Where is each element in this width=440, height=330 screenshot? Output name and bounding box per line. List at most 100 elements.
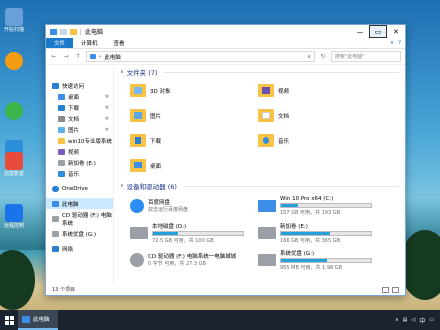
ribbon-tabs: 文件 计算机 查看 ∨ ? (46, 38, 405, 49)
drive-f-cd[interactable]: CD 驱动器 (F:) 电脑系统一电脑城城 0 字节 可用，共 27.3 GB (130, 246, 258, 273)
taskbar-explorer[interactable]: 此电脑 (18, 310, 58, 330)
help-icon[interactable]: ? (398, 40, 401, 46)
minimize-button[interactable]: — (351, 25, 369, 38)
divider (164, 71, 399, 73)
tab-computer[interactable]: 计算机 (73, 38, 106, 48)
desktop-icon (58, 93, 65, 100)
pin-icon: ✲ (104, 126, 109, 133)
nav-item-videos[interactable]: 视频 (46, 146, 113, 157)
volume-icon[interactable]: ◁ (411, 317, 415, 323)
drive-free-space: 157 GB 可用，共 193 GB (280, 209, 341, 216)
ime-indicator[interactable]: 中 (419, 316, 425, 325)
tab-view[interactable]: 查看 (106, 38, 133, 48)
desktop-icon[interactable]: 远程控制 (0, 204, 28, 229)
nav-usb-drive[interactable]: 系统优盘 (G:) (46, 228, 113, 239)
refresh-button[interactable]: ↻ (319, 53, 327, 60)
drive-grid: 百度网盘 双击运行百度网盘 Win 10 Pro x64 (C:) 157 GB… (120, 192, 405, 273)
address-bar[interactable]: › 此电脑 ∨ (86, 51, 315, 62)
drive-subtitle: 双击运行百度网盘 (148, 207, 189, 213)
up-button[interactable]: ↑ (74, 53, 82, 60)
drive-usage-bar (280, 202, 372, 208)
nav-label: 文档 (68, 116, 80, 123)
forward-button[interactable]: → (62, 53, 70, 60)
nav-label: 新加卷 (E:) (68, 160, 96, 167)
view-toggles (382, 286, 399, 293)
nav-label: win10专业版系统 (68, 138, 113, 145)
title-bar[interactable]: 此电脑 — ▭ ✕ (46, 25, 405, 38)
nav-cd-drive[interactable]: CD 驱动器 (F:) 电脑系统 (46, 213, 113, 227)
nav-label: 桌面 (68, 94, 80, 101)
cloud-icon (52, 185, 59, 192)
nav-item-desktop[interactable]: 桌面 ✲ (46, 91, 113, 102)
drive-d[interactable]: 本地磁盘 (D:) 72.5 GB 可用，共 100 GB (130, 219, 258, 246)
notification-icon[interactable]: ▭ (429, 317, 434, 323)
drive-e[interactable]: 新加卷 (E:) 166 GB 可用，共 365 GB (258, 219, 386, 246)
nav-onedrive[interactable]: OneDrive (46, 183, 113, 194)
content-pane: ∨ 文件夹 (7) 3D 对象 视频 图片 文档 下载 音乐 桌面 ∨ 设备和驱… (114, 66, 405, 284)
desktop-icon[interactable]: 开始扫描 (0, 8, 28, 33)
nav-this-pc[interactable]: 此电脑 (46, 198, 113, 209)
cd-drive-icon (52, 215, 59, 222)
nav-network[interactable]: 网络 (46, 243, 113, 254)
nav-item-drive-e[interactable]: 新加卷 (E:) (46, 157, 113, 168)
nav-item-downloads[interactable]: 下载 ✲ (46, 102, 113, 113)
drive-g-usb[interactable]: 系统优盘 (G:) 965 MB 可用，共 1.98 GB (258, 246, 386, 273)
documents-folder-icon (258, 109, 274, 122)
folder-label: 视频 (278, 88, 290, 95)
tab-file[interactable]: 文件 (46, 38, 74, 48)
folders-section-header[interactable]: ∨ 文件夹 (7) (120, 66, 405, 78)
nav-label: 快速访问 (62, 83, 85, 90)
address-dropdown-icon[interactable]: ∨ (307, 54, 311, 60)
file-explorer-window: 此电脑 — ▭ ✕ 文件 计算机 查看 ∨ ? ← → ↑ › 此电脑 ∨ ↻ … (45, 24, 406, 296)
back-button[interactable]: ← (50, 53, 58, 60)
desktop-icon-label: 开始扫描 (3, 27, 24, 33)
window-title: 此电脑 (85, 29, 104, 36)
drive-name: 本地磁盘 (D:) (152, 223, 187, 230)
folder-downloads[interactable]: 下载 (130, 128, 258, 153)
chevron-down-icon[interactable]: ∨ (390, 40, 394, 46)
nav-item-documents[interactable]: 文档 ✲ (46, 113, 113, 124)
drive-baidu-netdisk[interactable]: 百度网盘 双击运行百度网盘 (130, 192, 258, 219)
folder-label: 下载 (150, 138, 162, 145)
save-icon[interactable] (60, 28, 67, 35)
drives-section-header[interactable]: ∨ 设备和驱动器 (6) (120, 180, 405, 192)
desktop-icon[interactable] (0, 52, 28, 71)
drive-c[interactable]: Win 10 Pro x64 (C:) 157 GB 可用，共 193 GB (258, 192, 386, 219)
address-bar-row: ← → ↑ › 此电脑 ∨ ↻ 搜索"此电脑" (46, 49, 405, 65)
desktop-icon[interactable] (0, 102, 28, 121)
nav-label: 下载 (68, 105, 80, 112)
chevron-up-icon[interactable]: ∧ (395, 317, 399, 323)
details-view-icon[interactable] (382, 286, 389, 293)
folder-3d-objects[interactable]: 3D 对象 (130, 78, 258, 103)
large-icons-view-icon[interactable] (392, 286, 399, 293)
folder-documents[interactable]: 文档 (258, 103, 386, 128)
folder-desktop[interactable]: 桌面 (130, 153, 258, 178)
folder-icon[interactable] (70, 28, 77, 35)
drive-icon (130, 226, 148, 239)
drive-subtitle: 0 字节 可用，共 27.3 GB (148, 261, 206, 267)
properties-icon[interactable] (50, 28, 57, 35)
nav-quick-access[interactable]: 快速访问 (46, 80, 113, 91)
folder-videos[interactable]: 视频 (258, 78, 386, 103)
drive-icon (58, 159, 65, 166)
folder-label: 桌面 (150, 163, 162, 170)
folder-grid: 3D 对象 视频 图片 文档 下载 音乐 桌面 (120, 78, 405, 178)
start-button[interactable] (0, 310, 18, 330)
folder-music[interactable]: 音乐 (258, 128, 386, 153)
network-icon[interactable]: ▤ (403, 317, 408, 323)
nav-item-pictures[interactable]: 图片 ✲ (46, 124, 113, 135)
maximize-button[interactable]: ▭ (369, 25, 387, 38)
folder-pictures[interactable]: 图片 (130, 103, 258, 128)
drive-usage-bar (280, 230, 372, 236)
nav-item-win10-folder[interactable]: win10专业版系统 (46, 135, 113, 146)
video-icon (58, 148, 65, 155)
nav-label: 系统优盘 (G:) (62, 231, 97, 238)
close-button[interactable]: ✕ (387, 25, 405, 38)
folder-label: 音乐 (278, 138, 290, 145)
desktop-icon-image (5, 102, 23, 120)
nav-item-music[interactable]: 音乐 (46, 168, 113, 179)
search-input[interactable]: 搜索"此电脑" (331, 51, 401, 62)
baidu-netdisk-icon (130, 198, 144, 213)
desktop-icon[interactable]: 迅雷影音 (0, 152, 28, 177)
address-text[interactable]: 此电脑 (104, 53, 121, 61)
